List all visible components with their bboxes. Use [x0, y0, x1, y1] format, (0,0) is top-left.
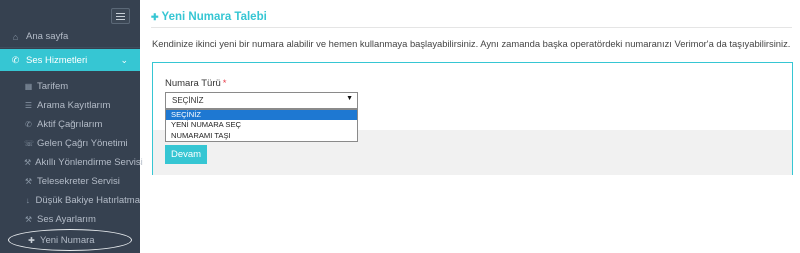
sidebar-item-label: Arama Kayıtlarım [37, 100, 111, 111]
intro-text: Kendinize ikinci yeni bir numara alabili… [152, 38, 791, 49]
sidebar-item-ses-hizmetleri[interactable]: ✆ Ses Hizmetleri ⌄ [0, 49, 140, 71]
continue-button[interactable]: Devam [165, 145, 207, 164]
sidebar-item-label: Ses Hizmetleri [26, 54, 88, 66]
home-icon: ⌂ [12, 31, 19, 42]
sidebar: ⌂ Ana sayfa ✆ Ses Hizmetleri ⌄ ▦ Tarifem… [0, 0, 143, 253]
sidebar-item-label: Düşük Bakiye Hatırlatma [35, 195, 140, 206]
number-type-label: Numara Türü * [165, 78, 227, 89]
list-icon: ☰ [24, 101, 33, 110]
sidebar-item-label: Ses Ayarlarım [37, 214, 96, 225]
plus-circle-icon: ✚ [151, 12, 159, 22]
sidebar-item-label: Telesekreter Servisi [37, 176, 120, 187]
call-icon: ☏ [24, 139, 35, 148]
divider [151, 27, 792, 28]
chevron-down-icon: ⌄ [120, 54, 128, 65]
sidebar-item-aktif-cagrilarim[interactable]: ✆ Aktif Çağrılarım [0, 115, 140, 134]
app: ⌂ Ana sayfa ✆ Ses Hizmetleri ⌄ ▦ Tarifem… [0, 0, 800, 253]
select-value: SEÇİNİZ [172, 96, 204, 105]
sidebar-item-dusuk-bakiye[interactable]: ↓ Düşük Bakiye Hatırlatma [0, 191, 140, 210]
sidebar-item-label: Tarifem [37, 81, 69, 92]
phone-square-icon: ✆ [11, 54, 20, 65]
main-content: ✚ Yeni Numara Talebi Kendinize ikinci yen… [140, 0, 800, 253]
number-type-dropdown: SEÇİNİZ YENİ NUMARA SEÇ NUMARAMI TAŞI [165, 109, 358, 142]
menu-toggle-icon[interactable] [111, 8, 130, 24]
sidebar-item-label: Aktif Çağrılarım [37, 119, 103, 130]
wrench-icon: ⚒ [24, 215, 33, 224]
form-panel: Numara Türü * SEÇİNİZ ▼ SEÇİNİZ YENİ NUMA… [152, 62, 793, 175]
option-yeni-numara-sec[interactable]: YENİ NUMARA SEÇ [166, 120, 357, 130]
voicemail-icon: ⚒ [24, 177, 33, 186]
sidebar-item-home[interactable]: ⌂ Ana sayfa [0, 26, 140, 48]
sidebar-item-akilli-yonlendirme[interactable]: ⚒ Akıllı Yönlendirme Servisi [0, 153, 143, 172]
phone-icon: ✆ [25, 120, 32, 129]
option-numarami-tasi[interactable]: NUMARAMI TAŞI [166, 131, 357, 141]
sidebar-item-telesekreter[interactable]: ⚒ Telesekreter Servisi [0, 172, 140, 191]
wrench-icon: ⚒ [24, 158, 32, 167]
sidebar-item-label: Ana sayfa [26, 31, 69, 42]
page-title: ✚ Yeni Numara Talebi [151, 11, 267, 23]
sidebar-item-gelen-cagri-yonetimi[interactable]: ☏ Gelen Çağrı Yönetimi [0, 134, 140, 153]
page-title-text: Yeni Numara Talebi [161, 11, 267, 23]
sidebar-item-tarifem[interactable]: ▦ Tarifem [0, 77, 140, 96]
number-type-select[interactable]: SEÇİNİZ ▼ [165, 92, 358, 109]
sidebar-item-label: Gelen Çağrı Yönetimi [37, 138, 128, 149]
option-seciniz[interactable]: SEÇİNİZ [166, 110, 357, 121]
caret-down-icon: ▼ [346, 95, 353, 102]
required-mark: * [222, 78, 227, 89]
number-type-label-text: Numara Türü [165, 78, 221, 89]
sidebar-item-ses-ayarlarim[interactable]: ⚒ Ses Ayarlarım [0, 210, 140, 229]
sidebar-item-arama-kayitlarim[interactable]: ☰ Arama Kayıtlarım [0, 96, 140, 115]
arrow-down-icon: ↓ [25, 196, 30, 205]
sidebar-item-label: Akıllı Yönlendirme Servisi [35, 157, 143, 168]
highlight-oval [8, 229, 132, 251]
table-icon: ▦ [24, 82, 33, 91]
